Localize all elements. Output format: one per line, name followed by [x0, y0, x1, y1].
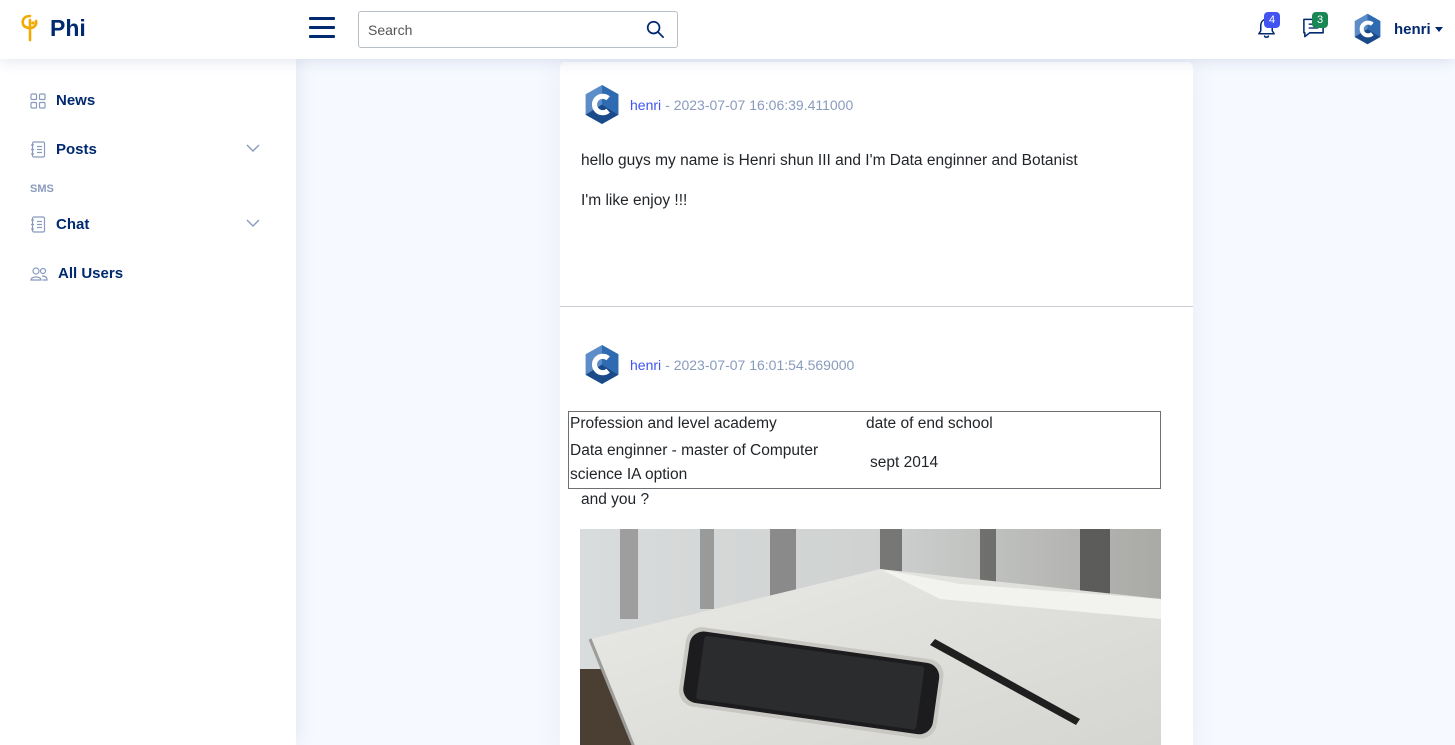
post-date: - 2023-07-07 16:06:39.411000: [665, 96, 854, 113]
profile-menu[interactable]: henri: [1352, 13, 1443, 45]
avatar[interactable]: [582, 344, 622, 385]
sidebar-heading: SMS: [30, 183, 54, 195]
sidebar-item-label: Posts: [56, 141, 97, 158]
chevron-down-icon: [246, 219, 260, 227]
avatar[interactable]: [582, 84, 622, 125]
post-table: Profession and level academy date of end…: [568, 411, 1161, 489]
post-author[interactable]: henri: [630, 357, 661, 373]
post-text: and you ?: [581, 491, 650, 508]
sidebar-item-label: News: [56, 92, 96, 109]
toggle-sidebar-button[interactable]: [309, 17, 335, 39]
notifications-badge: 4: [1264, 12, 1281, 28]
phone-on-notebook-photo: [580, 529, 1161, 745]
search-bar: [358, 11, 678, 48]
table-cell: sept 2014: [870, 454, 939, 471]
post-header: henri - 2023-07-07 16:06:39.411000: [582, 84, 853, 125]
table-cell: Data enginner - master of Computer: [570, 442, 819, 459]
logo[interactable]: Phi: [20, 14, 86, 42]
post-divider: [560, 306, 1193, 307]
post-text: hello guys my name is Henri shun III and…: [581, 152, 1078, 169]
sidebar-item-label: All Users: [58, 265, 124, 282]
sidebar-item-chat[interactable]: Chat: [30, 216, 265, 233]
phi-logo-icon: [21, 14, 38, 42]
sidebar: News Posts SMS Chat All Users: [0, 59, 296, 745]
search-input[interactable]: [359, 12, 629, 47]
posts-card: henri - 2023-07-07 16:06:39.411000 hello…: [560, 62, 1193, 745]
people-icon: [30, 266, 48, 281]
table-header-cell: Profession and level academy: [570, 415, 777, 432]
sidebar-item-label: Chat: [56, 216, 90, 233]
post-image[interactable]: [580, 529, 1161, 745]
journal-icon: [31, 141, 46, 158]
post-header: henri - 2023-07-07 16:01:54.569000: [582, 344, 854, 385]
journal-icon: [31, 216, 46, 233]
top-header: Phi 4 3 henri: [0, 0, 1455, 59]
table-header-cell: date of end school: [866, 415, 993, 432]
post-author[interactable]: henri: [630, 97, 661, 113]
search-icon[interactable]: [646, 20, 665, 39]
messages-badge: 3: [1312, 12, 1329, 28]
table-cell: science IA option: [570, 466, 688, 483]
grid-icon: [30, 92, 46, 109]
sidebar-item-news[interactable]: News: [30, 92, 265, 109]
app-name: Phi: [50, 14, 86, 41]
caret-down-icon: [1434, 26, 1443, 32]
avatar: [1354, 13, 1381, 45]
profile-name: henri: [1394, 20, 1431, 38]
sidebar-item-all-users[interactable]: All Users: [30, 265, 265, 282]
post-date: - 2023-07-07 16:01:54.569000: [665, 356, 855, 373]
post-text: I'm like enjoy !!!: [581, 192, 688, 209]
chevron-down-icon: [246, 144, 260, 152]
sidebar-item-posts[interactable]: Posts: [30, 141, 265, 158]
